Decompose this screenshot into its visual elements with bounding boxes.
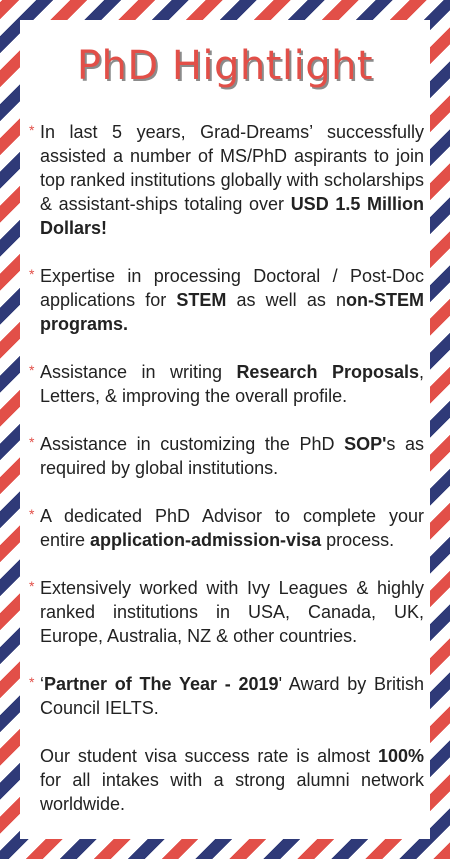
airmail-border: PhD Hightlight * In last 5 years, Grad-D… [0, 0, 450, 859]
highlight-card: PhD Hightlight * In last 5 years, Grad-D… [20, 20, 430, 839]
list-item: * Assistance in customizing the PhD SOP'… [29, 432, 424, 480]
closing-text: Our student visa success rate is almost … [40, 746, 424, 814]
list-item: * ‘Partner of The Year - 2019' Award by … [29, 672, 424, 720]
list-item-text: ‘Partner of The Year - 2019' Award by Br… [40, 674, 424, 718]
asterisk-icon: * [29, 434, 35, 450]
list-item: * Extensively worked with Ivy Leagues & … [29, 576, 424, 648]
list-item-text: Assistance in writing Research Proposals… [40, 362, 424, 406]
closing-paragraph: Our student visa success rate is almost … [40, 744, 424, 816]
list-item: * A dedicated PhD Advisor to complete yo… [29, 504, 424, 552]
list-item: * Expertise in processing Doctoral / Pos… [29, 264, 424, 336]
asterisk-icon: * [29, 506, 35, 522]
asterisk-icon: * [29, 266, 35, 282]
list-item-text: Extensively worked with Ivy Leagues & hi… [40, 578, 424, 646]
asterisk-icon: * [29, 122, 35, 138]
list-item-text: A dedicated PhD Advisor to complete your… [40, 506, 424, 550]
asterisk-icon: * [29, 362, 35, 378]
list-item: * Assistance in writing Research Proposa… [29, 360, 424, 408]
asterisk-icon: * [29, 674, 35, 690]
list-item-text: Expertise in processing Doctoral / Post-… [40, 266, 424, 334]
page-title: PhD Hightlight [76, 43, 374, 89]
highlights-list: * In last 5 years, Grad-Dreams’ successf… [20, 120, 430, 816]
list-item-text: Assistance in customizing the PhD SOP's … [40, 434, 424, 478]
list-item-text: In last 5 years, Grad-Dreams’ successful… [40, 122, 424, 238]
asterisk-icon: * [29, 578, 35, 594]
list-item: * In last 5 years, Grad-Dreams’ successf… [29, 120, 424, 240]
